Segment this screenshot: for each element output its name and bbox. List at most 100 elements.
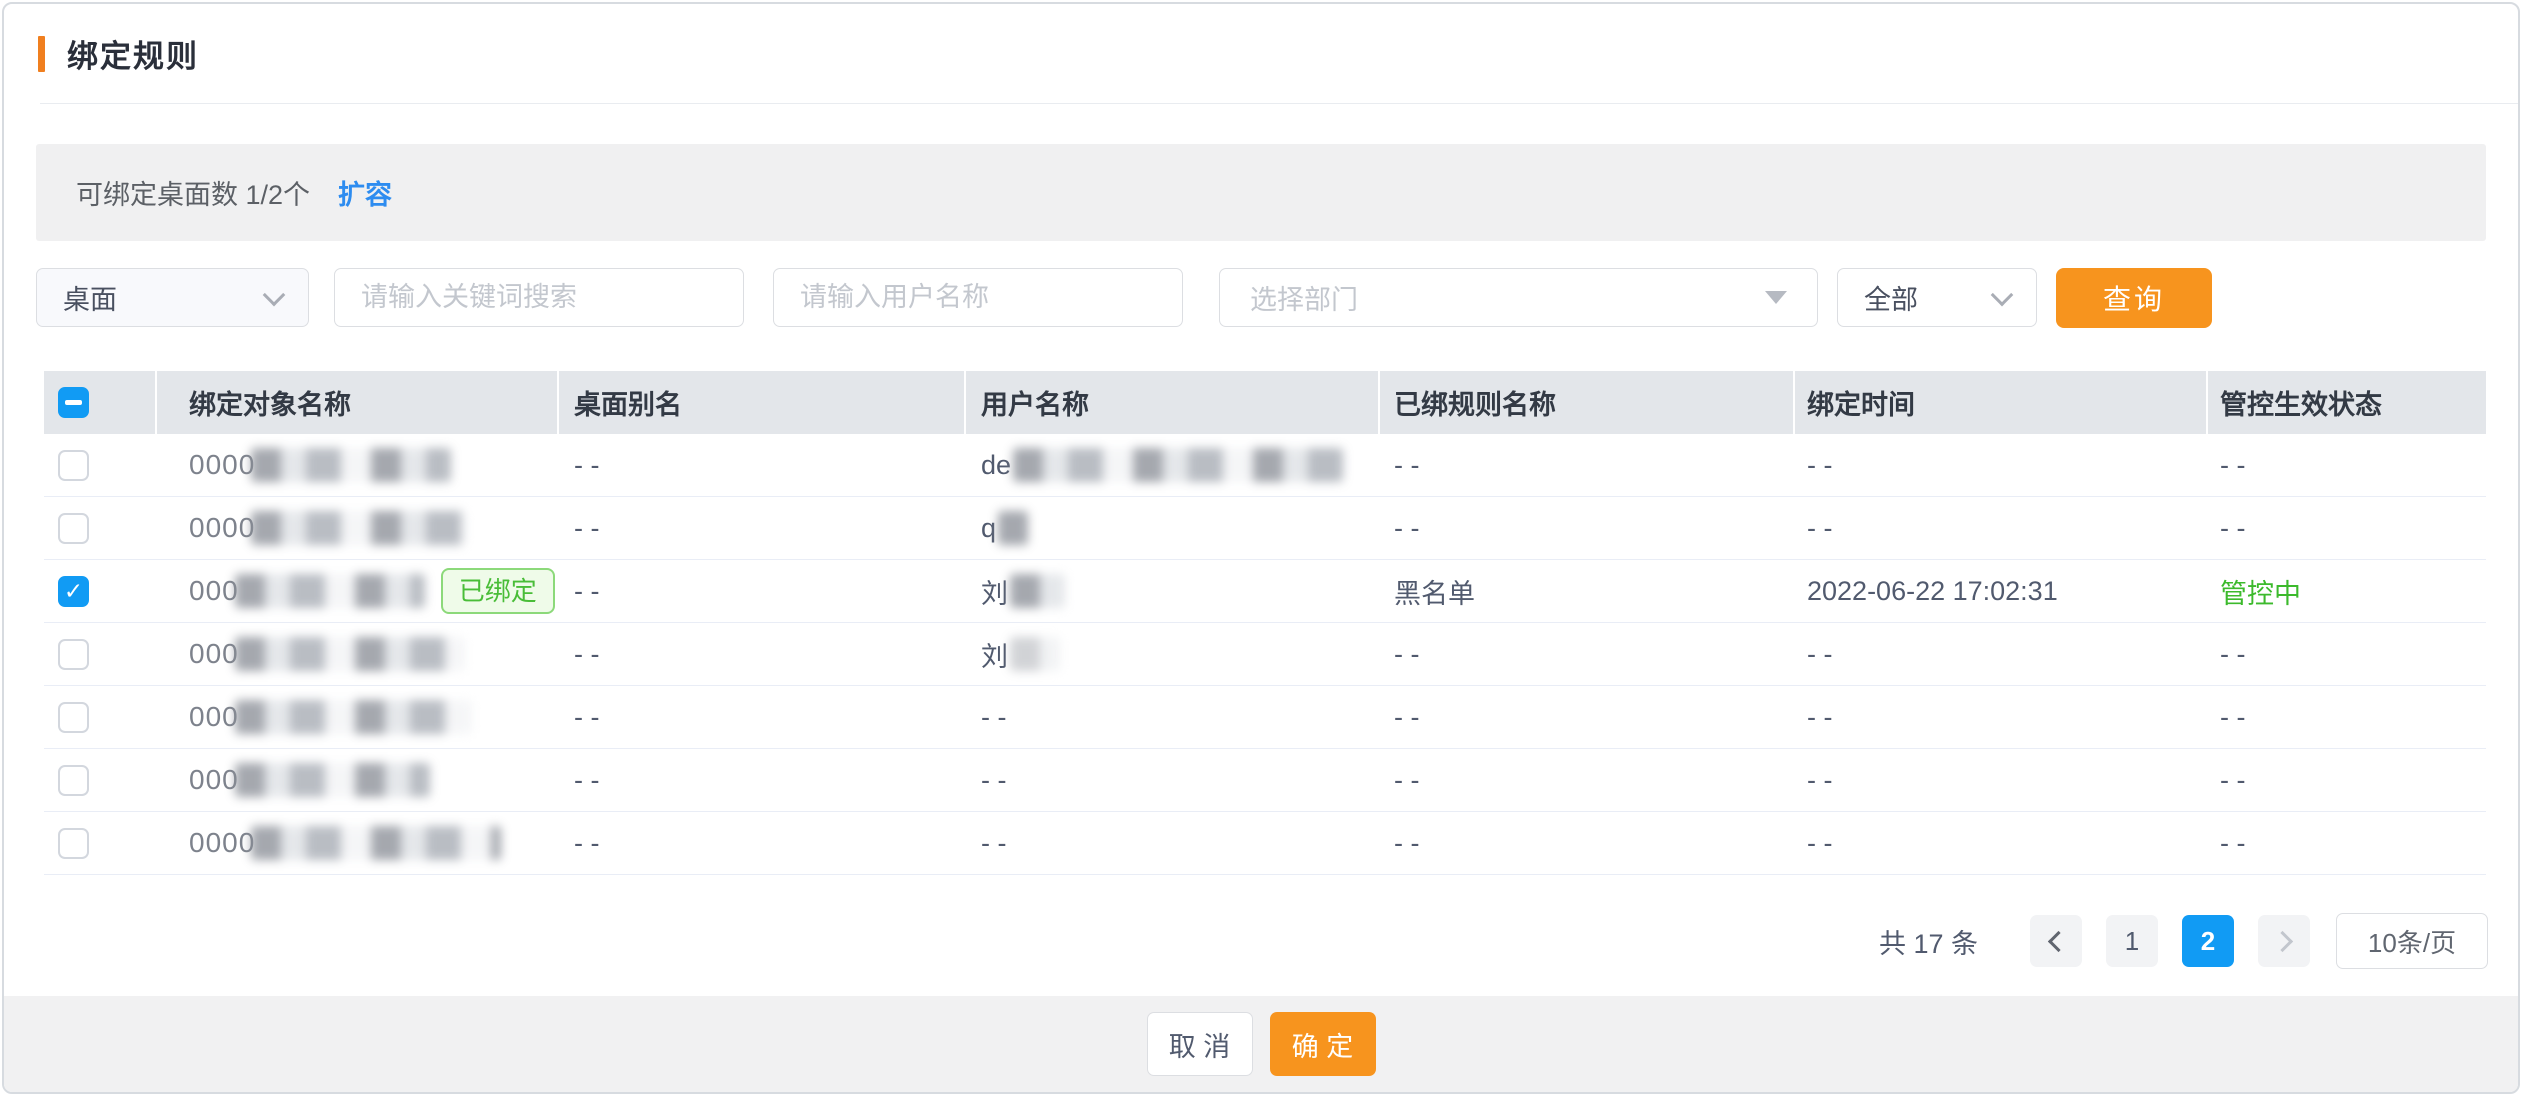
table-row[interactable]: 000- -刘- -- -- - [44,623,2486,686]
cell-bound-rule: - - [1380,812,1795,874]
cell-select [44,812,157,874]
page-size-select[interactable]: 10条/页 [2336,913,2488,969]
page-title: 绑定规则 [67,31,199,76]
keyword-search-input[interactable] [361,269,717,326]
user-name-text: q [981,513,996,544]
quota-text: 可绑定桌面数 1/2个 [76,173,310,212]
table-row[interactable]: 0000- -de- -- -- - [44,434,2486,497]
cell-desktop-alias: - - [559,497,966,559]
cell-desktop-alias: - - [559,560,966,622]
cell-bound-rule: 黑名单 [1380,560,1795,622]
redacted-text [251,511,466,545]
cell-user-name: - - [966,749,1380,811]
user-name-text: - - [981,702,1006,733]
cell-select [44,623,157,685]
cell-control-status: - - [2208,497,2486,559]
redacted-text [1013,448,1343,482]
title-accent-bar [38,36,45,72]
cell-desktop-alias: - - [559,812,966,874]
cell-control-status: - - [2208,686,2486,748]
bind-object-id-prefix: 0000 [189,449,255,481]
cell-bind-object: 000 已绑定 [157,560,559,622]
filter-toolbar: 桌面 选择部门 全部 查询 [36,268,2486,327]
row-checkbox[interactable] [58,702,89,733]
row-checkbox[interactable] [58,450,89,481]
cell-bound-rule: - - [1380,686,1795,748]
user-name-text: 刘 [981,572,1008,611]
table-header: 绑定对象名称桌面别名用户名称已绑规则名称绑定时间管控生效状态 [44,371,2486,434]
bind-table: 绑定对象名称桌面别名用户名称已绑规则名称绑定时间管控生效状态 0000- -de… [44,371,2486,875]
cell-bind-object: 0000 [157,497,559,559]
bind-object-id-prefix: 000 [189,638,239,670]
cancel-button[interactable]: 取 消 [1147,1012,1253,1076]
bind-object-id-prefix: 000 [189,764,239,796]
confirm-button[interactable]: 确 定 [1270,1012,1376,1076]
cell-select: ✓ [44,560,157,622]
row-checkbox[interactable] [58,513,89,544]
redacted-text [998,511,1028,545]
next-page-button[interactable] [2258,915,2310,967]
triangle-down-icon [1765,291,1787,304]
table-row[interactable]: 0000- -q- -- -- - [44,497,2486,560]
cell-desktop-alias: - - [559,434,966,496]
page-button-1[interactable]: 1 [2106,915,2158,967]
page-button-2[interactable]: 2 [2182,915,2234,967]
col-control-status: 管控生效状态 [2208,371,2486,434]
cell-user-name: q [966,497,1380,559]
cell-bound-rule: - - [1380,497,1795,559]
redacted-text [235,637,465,671]
cell-user-name: - - [966,812,1380,874]
cell-bind-time: - - [1795,434,2208,496]
row-checkbox[interactable] [58,828,89,859]
row-checkbox[interactable] [58,765,89,796]
row-checkbox[interactable]: ✓ [58,576,89,607]
cell-select [44,497,157,559]
quota-bar: 可绑定桌面数 1/2个 扩容 [36,144,2486,241]
cell-bind-object: 000 [157,623,559,685]
select-all-cell [44,371,157,434]
bind-object-id-prefix: 0000 [189,827,255,859]
cell-bind-time: - - [1795,812,2208,874]
bind-object-id-prefix: 000 [189,575,239,607]
redacted-text [1010,574,1065,608]
col-desktop-alias: 桌面别名 [559,371,966,434]
pagination: 共 17 条 12 10条/页 [40,911,2488,971]
table-row[interactable]: 000- -- -- -- -- - [44,749,2486,812]
expand-link[interactable]: 扩容 [338,173,392,212]
bind-rule-dialog: 绑定规则 可绑定桌面数 1/2个 扩容 桌面 选择部门 全部 查询 [2,2,2520,1094]
redacted-text [235,763,430,797]
department-select[interactable]: 选择部门 [1219,268,1818,327]
user-name-text: de [981,450,1011,481]
cell-bind-time: - - [1795,749,2208,811]
dialog-header: 绑定规则 [4,4,2518,103]
row-checkbox[interactable] [58,639,89,670]
desktop-type-select[interactable]: 桌面 [36,268,309,327]
scope-select[interactable]: 全部 [1837,268,2037,327]
cell-bind-time: - - [1795,686,2208,748]
cell-control-status: 管控中 [2208,560,2486,622]
cell-bound-rule: - - [1380,434,1795,496]
table-row[interactable]: ✓ 000 已绑定- - 刘 黑名单2022-06-22 17:02:31管控中 [44,560,2486,623]
cell-user-name: - - [966,686,1380,748]
cell-bind-time: - - [1795,623,2208,685]
cell-control-status: - - [2208,749,2486,811]
cell-bind-time: 2022-06-22 17:02:31 [1795,560,2208,622]
prev-page-button[interactable] [2030,915,2082,967]
redacted-text [235,574,425,608]
cell-desktop-alias: - - [559,749,966,811]
bound-badge: 已绑定 [441,568,555,614]
select-all-checkbox[interactable] [58,387,89,418]
cell-desktop-alias: - - [559,686,966,748]
cell-bound-rule: - - [1380,749,1795,811]
redacted-text [235,700,472,734]
header-divider [40,103,2518,104]
cell-user-name: de [966,434,1380,496]
table-row[interactable]: 0000- -- -- -- -- - [44,812,2486,875]
cell-control-status: - - [2208,623,2486,685]
table-row[interactable]: 000- -- -- -- -- - [44,686,2486,749]
user-name-input[interactable] [800,269,1156,326]
search-button[interactable]: 查询 [2056,268,2212,328]
redacted-text [1010,637,1060,671]
cell-select [44,749,157,811]
page-buttons: 12 [2082,915,2234,967]
